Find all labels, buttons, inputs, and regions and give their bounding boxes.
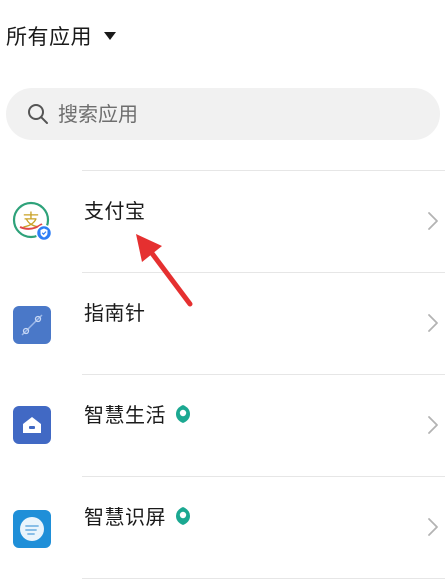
- all-apps-dropdown[interactable]: 所有应用: [6, 18, 116, 54]
- app-label-row: 支付宝: [84, 195, 146, 224]
- list-item-smart-life[interactable]: 智慧生活: [0, 375, 445, 476]
- search-bar[interactable]: [6, 88, 440, 140]
- caret-down-icon: [104, 32, 116, 40]
- search-icon: [28, 104, 48, 124]
- chevron-right-icon: [428, 518, 438, 536]
- page-title: 所有应用: [6, 25, 92, 49]
- app-name: 智慧识屏: [84, 505, 166, 529]
- chevron-right-icon: [428, 314, 438, 332]
- leaf-badge-icon: [176, 506, 190, 525]
- alipay-icon: 支: [12, 201, 52, 241]
- divider: [82, 578, 445, 579]
- smart-screen-icon: [13, 510, 51, 548]
- smart-life-icon: [13, 406, 51, 444]
- list-item-compass[interactable]: 指南针: [0, 273, 445, 374]
- app-label-row: 指南针: [84, 297, 146, 326]
- app-name: 支付宝: [84, 199, 146, 223]
- app-list-screen: 所有应用 支 支付宝: [0, 0, 445, 586]
- chevron-right-icon: [428, 212, 438, 230]
- list-item-alipay[interactable]: 支 支付宝: [0, 171, 445, 272]
- app-label-row: 智慧生活: [84, 399, 192, 428]
- leaf-badge-icon: [176, 404, 190, 423]
- search-input[interactable]: [58, 94, 398, 134]
- compass-icon: [13, 306, 51, 344]
- app-label-row: 智慧识屏: [84, 501, 192, 530]
- chevron-right-icon: [428, 416, 438, 434]
- app-name: 智慧生活: [84, 403, 166, 427]
- app-name: 指南针: [84, 301, 146, 325]
- list-item-smart-screen[interactable]: 智慧识屏: [0, 477, 445, 578]
